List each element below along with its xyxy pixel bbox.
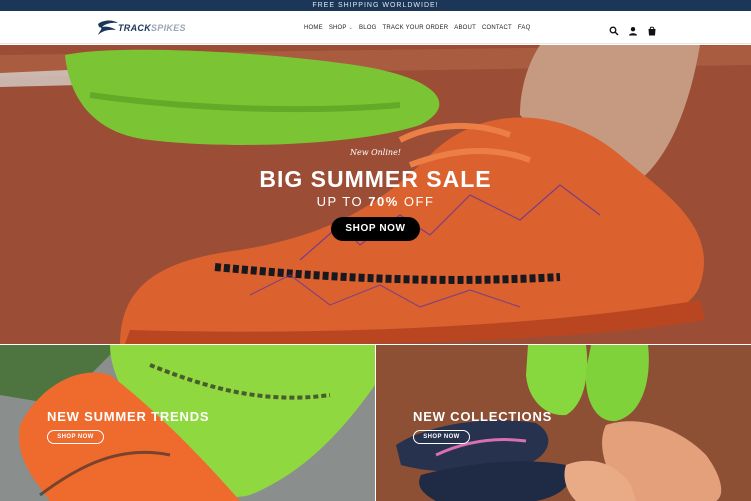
nav-blog[interactable]: BLOG [359,24,376,33]
nav-contact[interactable]: CONTACT [482,24,512,33]
new-collections-shop-now-button[interactable]: SHOP NOW [413,430,470,444]
nav-label: CONTACT [481,25,512,31]
offer-percent: 70% [368,194,399,209]
brand-part-1: TRACK [118,23,151,33]
new-collections-title: NEW COLLECTIONS [413,409,553,424]
nav-label: HOME [304,25,323,31]
chevron-down-icon: ⌄ [348,25,354,31]
logo[interactable]: TRACKSPIKES [96,18,206,38]
nav-label: SHOP [328,25,347,31]
hero-offer: UP TO 70% OFF [0,194,751,209]
collection-panel-new-collections[interactable]: NEW COLLECTIONS SHOP NOW [376,345,751,501]
nav-shop[interactable]: SHOP ⌄ [329,24,353,33]
announcement-text: FREE SHIPPING WORLDWIDE! [312,2,439,9]
collection-panel-summer-trends[interactable]: NEW SUMMER TRENDS SHOP NOW [0,345,375,501]
hero-shop-now-button[interactable]: SHOP NOW [331,217,420,241]
nav-faq[interactable]: FAQ [518,24,531,33]
hero-title: BIG SUMMER SALE [259,166,492,192]
site-header: TRACKSPIKES HOME SHOP ⌄ BLOG TRACK YOUR O… [0,11,751,44]
header-icons [609,23,657,36]
brand-part-2: SPIKES [151,23,186,33]
offer-prefix: UP TO [316,194,369,209]
search-icon[interactable] [609,23,619,36]
nav-label: BLOG [359,25,377,31]
main-nav: HOME SHOP ⌄ BLOG TRACK YOUR ORDER ABOUT C… [304,24,537,33]
summer-trends-title: NEW SUMMER TRENDS [47,409,210,424]
nav-track-order[interactable]: TRACK YOUR ORDER [383,24,449,33]
nav-home[interactable]: HOME [304,24,323,33]
announcement-bar: FREE SHIPPING WORLDWIDE! [0,0,751,11]
logo-swoosh-icon [98,20,118,35]
brand-name: TRACKSPIKES [118,23,186,33]
nav-label: FAQ [517,25,531,31]
nav-label: ABOUT [454,25,476,31]
nav-label: TRACK YOUR ORDER [382,25,449,31]
cart-icon[interactable] [647,23,657,36]
account-icon[interactable] [628,23,638,36]
summer-trends-shop-now-button[interactable]: SHOP NOW [47,430,104,444]
offer-suffix: OFF [398,194,435,209]
nav-about[interactable]: ABOUT [454,24,476,33]
hero-banner: New Online! BIG SUMMER SALE UP TO 70% OF… [0,45,751,344]
hero-subtitle: New Online! [349,148,402,157]
